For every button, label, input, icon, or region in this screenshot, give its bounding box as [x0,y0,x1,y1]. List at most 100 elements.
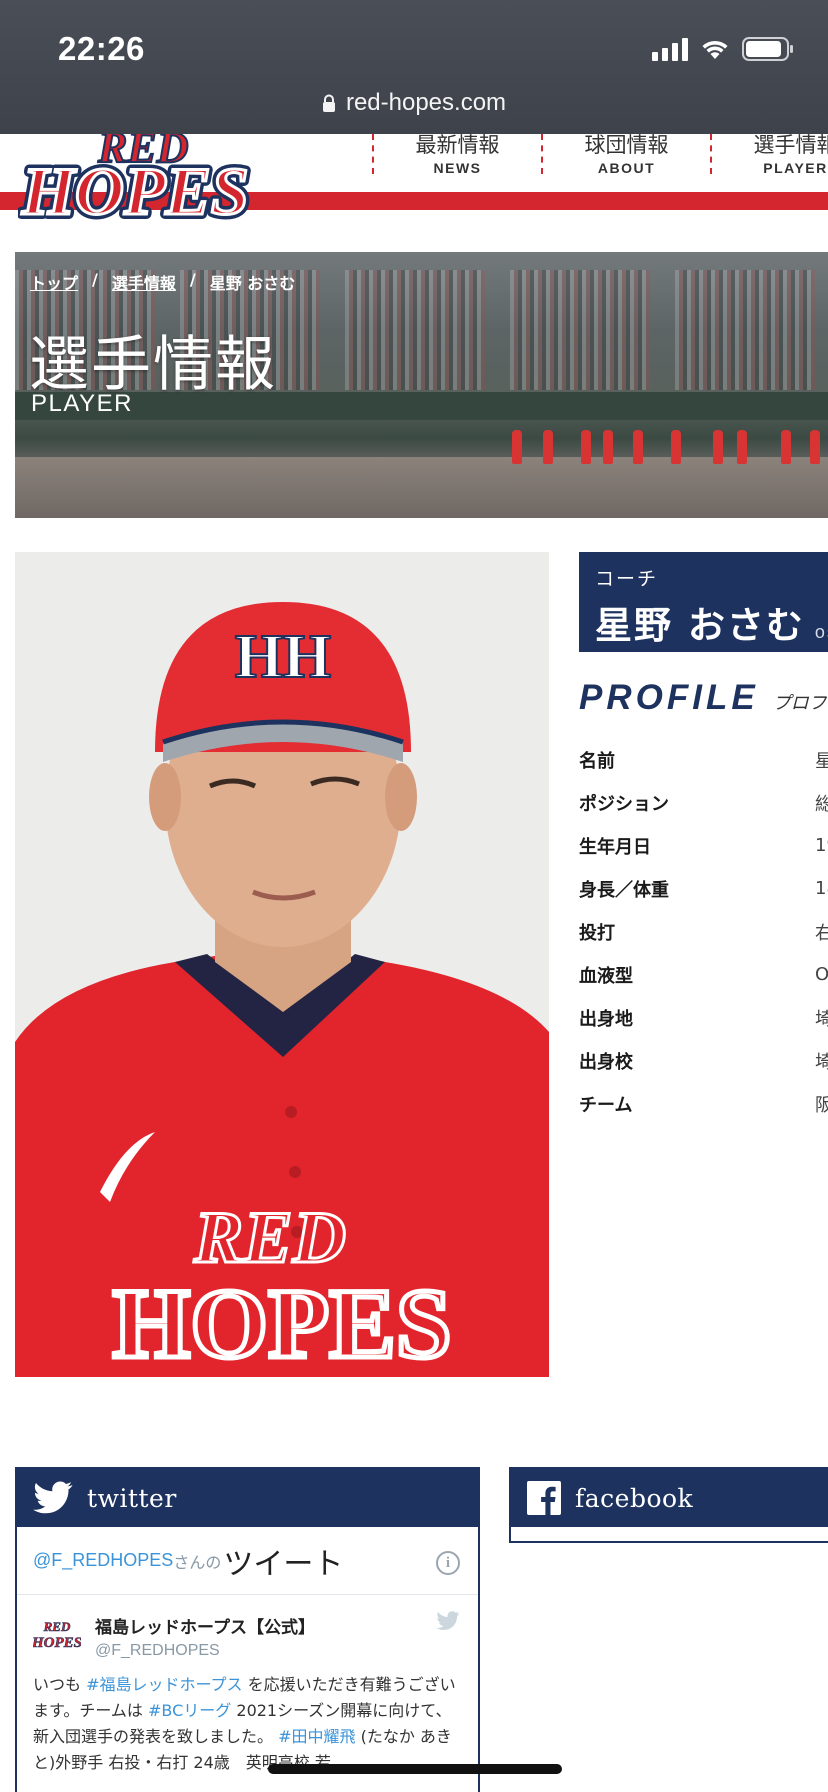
tweet-author-name[interactable]: 福島レッドホープス【公式】 [95,1613,315,1638]
player-photo: HH RED HOPES [15,552,549,1377]
profile-label: 出身地 [579,1008,633,1030]
profile-value: 星 [815,750,828,772]
tweets-label: ツイート [223,1546,344,1582]
info-icon[interactable]: i [436,1551,460,1575]
red-hopes-logo[interactable]: RED HOPES HOPES [18,134,286,224]
svg-text:RED: RED [193,1197,346,1279]
tweet-item: RED HOPES 福島レッドホープス【公式】 @F_REDHOPES いつも … [17,1595,478,1788]
cheerleader [810,430,820,464]
player-role: コーチ [595,568,659,590]
battery-icon [742,36,794,62]
cheerleader [781,430,791,464]
stadium-stand [345,270,485,390]
profile-label: 血液型 [579,965,633,987]
nav-label-en: PLAYER [763,160,828,176]
facebook-icon [527,1481,561,1515]
profile-value: 阪 [815,1094,828,1116]
nav-label-jp: 球団情報 [584,134,669,157]
profile-value: 右 [815,922,828,944]
profile-row: 身長／体重 18 [579,867,828,910]
nav-label-jp: 選手情報 [753,134,828,157]
nav-label-en: NEWS [433,160,482,176]
tweet-text: いつも #福島レッドホープス を応援いただき有難うございます。チームは #BCリ… [33,1672,462,1776]
breadcrumb-player-info[interactable]: 選手情報 [112,270,176,294]
cheerleader [737,430,747,464]
profile-table: 名前星 ポジション総 生年月日19 身長／体重18 投打右 血液型O 出身地埼 … [579,738,828,1125]
profile-value: 埼 [815,1051,828,1073]
profile-label: 投打 [579,922,615,944]
cheerleader [633,430,643,464]
breadcrumb-top[interactable]: トップ [30,270,78,294]
profile-heading: PROFILE プロフィ [579,678,828,718]
profile-row: チーム 阪 [579,1082,828,1125]
facebook-widget: facebook [509,1467,828,1543]
player-name-roman: os [814,622,828,642]
cheerleader [713,430,723,464]
facebook-header: facebook [511,1469,828,1527]
twitter-widget: twitter @F_REDHOPES さんの ツイート i RED HOPES… [15,1467,480,1792]
cheerleader [671,430,681,464]
system-icons [652,36,794,62]
profile-row: 投打 右 [579,910,828,953]
profile-label: 身長／体重 [579,879,669,901]
hashtag-link[interactable]: #福島レッドホープス [86,1675,242,1694]
profile-label: 名前 [579,750,615,772]
tweets-header: @F_REDHOPES さんの ツイート i [17,1527,478,1595]
page-subtitle: PLAYER [31,390,133,417]
breadcrumb-current: 星野 おさむ [209,274,296,293]
lock-icon [322,94,335,112]
svg-text:HOPES: HOPES [33,1635,81,1651]
cheerleader [603,430,613,464]
stadium-stand [675,270,815,390]
nav-player[interactable]: 選手情報 PLAYER [710,134,828,176]
nav-news[interactable]: 最新情報 NEWS [372,134,541,176]
twitter-handle-link[interactable]: @F_REDHOPES [33,1550,173,1571]
wifi-icon [700,37,730,61]
tweet-text-part: いつも [33,1675,87,1694]
site-header: RED HOPES HOPES 最新情報 NEWS 球団情報 ABOUT 選手情… [0,134,828,224]
profile-value: 埼 [815,1008,828,1030]
twitter-header: twitter [17,1469,478,1527]
profile-row: 名前 星 [579,738,828,781]
facebook-title[interactable]: facebook [575,1484,693,1513]
nav-about[interactable]: 球団情報 ABOUT [541,134,710,176]
twitter-bird-icon[interactable] [436,1611,460,1631]
address-bar[interactable]: red-hopes.com [0,86,828,120]
breadcrumb-separator: / [92,270,98,289]
twitter-title[interactable]: twitter [87,1484,177,1513]
profile-label: 出身校 [579,1051,633,1073]
profile-value: 総 [815,793,828,815]
avatar[interactable]: RED HOPES [33,1615,81,1651]
svg-text:HOPES: HOPES [113,1268,452,1377]
profile-row: 血液型 O [579,953,828,996]
hashtag-link[interactable]: #田中耀飛 [278,1727,355,1746]
cellular-signal-icon [652,37,688,61]
player-name: 星野 おさむ os [595,595,828,649]
profile-heading-en: PROFILE [579,678,759,717]
stadium-stand [510,270,650,390]
url-text: red-hopes.com [345,89,507,116]
hashtag-link[interactable]: #BCリーグ [148,1701,231,1720]
player-name-box: コーチ 星野 おさむ os [579,552,828,652]
breadcrumb: トップ / 選手情報 / 星野 おさむ [30,270,295,294]
nav-label-en: ABOUT [597,160,656,176]
hero-banner: トップ / 選手情報 / 星野 おさむ 選手情報 PLAYER [15,252,828,518]
tweet-author-handle[interactable]: @F_REDHOPES [95,1642,315,1660]
profile-value: 19 [815,835,828,856]
svg-text:HH: HH [235,623,331,691]
profile-row: 出身校 埼 [579,1039,828,1082]
cheerleader [543,430,553,464]
profile-row: ポジション 総 [579,781,828,824]
profile-label: チーム [579,1094,633,1116]
field [15,457,828,518]
handle-suffix: さんの [173,1552,222,1572]
cheerleader [581,430,591,464]
cheerleader [512,430,522,464]
profile-label: 生年月日 [579,836,651,858]
tweet-author: RED HOPES 福島レッドホープス【公式】 @F_REDHOPES [33,1607,462,1660]
browser-status-bar: 22:26 red-hopes.com [0,0,828,134]
svg-text:HOPES: HOPES [21,153,249,224]
profile-label: ポジション [579,793,669,815]
profile-row: 出身地 埼 [579,996,828,1039]
profile-heading-jp: プロフィ [772,693,828,714]
